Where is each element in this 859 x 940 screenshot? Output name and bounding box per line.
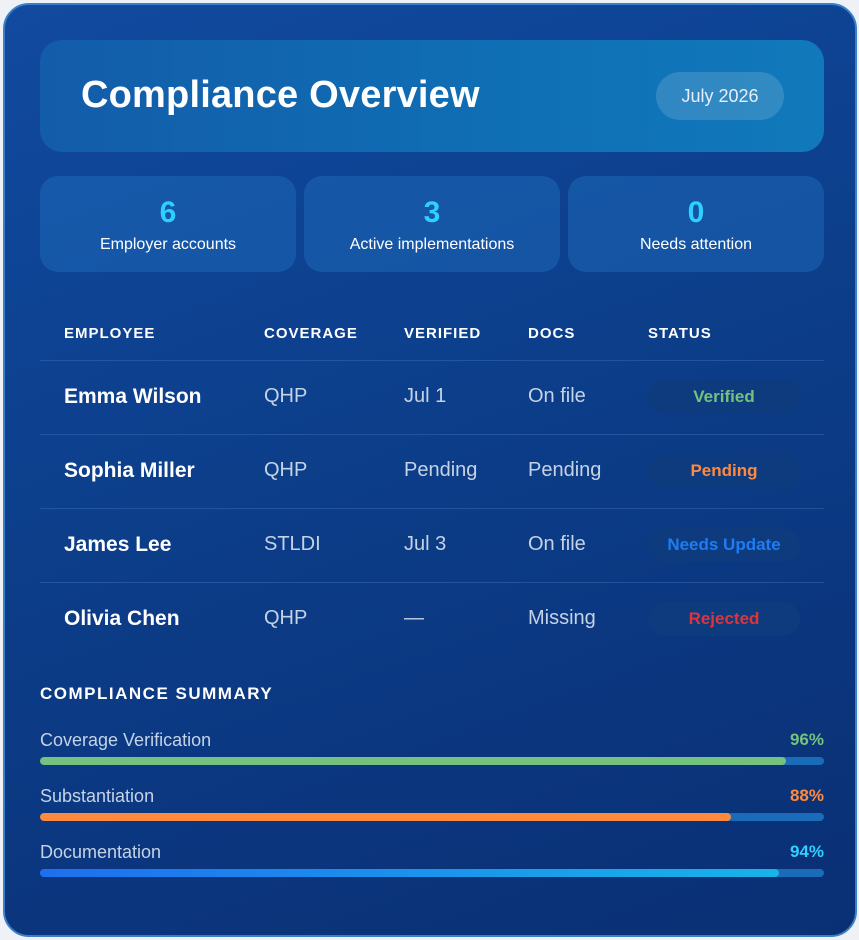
progress-fill (40, 813, 732, 821)
table-row[interactable]: Emma Wilson QHP Jul 1 On file Verified (40, 361, 824, 435)
status-badge[interactable]: Rejected (648, 602, 800, 636)
compliance-card: Compliance Overview July 2026 6 Employer… (3, 3, 857, 937)
metric-label: Coverage Verification (40, 730, 212, 750)
employee-name: James Lee (64, 533, 172, 556)
metric-value: 94% (789, 842, 824, 861)
metric-value: 88% (789, 786, 824, 805)
table-row[interactable]: James Lee STLDI Jul 3 On file Needs Upda… (40, 509, 824, 583)
verified-cell: — (404, 607, 424, 629)
column-header-status[interactable]: STATUS (648, 325, 712, 342)
metric-value: 96% (789, 730, 824, 749)
table-row[interactable]: Sophia Miller QHP Pending Pending Pendin… (40, 435, 824, 509)
table-header: EMPLOYEE COVERAGE VERIFIED DOCS STATUS (40, 305, 824, 361)
metric-label: Substantiation (40, 786, 155, 806)
coverage-cell: STLDI (264, 533, 321, 555)
metric-coverage-verification: Coverage Verification 96% (40, 730, 824, 780)
stat-label: Employer accounts (99, 236, 237, 253)
column-header-docs[interactable]: DOCS (528, 325, 575, 342)
stat-value: 0 (687, 196, 705, 229)
date-pill[interactable]: July 2026 (656, 72, 784, 120)
status-badge[interactable]: Verified (648, 380, 800, 414)
column-header-verified[interactable]: VERIFIED (404, 325, 481, 342)
metric-label: Documentation (40, 842, 162, 862)
docs-cell: On file (528, 533, 586, 555)
progress-track (40, 869, 824, 877)
progress-track (40, 813, 824, 821)
docs-cell: Missing (528, 607, 596, 629)
progress-fill (40, 757, 786, 765)
column-header-coverage[interactable]: COVERAGE (264, 325, 358, 342)
metric-documentation: Documentation 94% (40, 842, 824, 892)
employee-name: Emma Wilson (64, 385, 202, 408)
status-badge[interactable]: Pending (648, 454, 800, 488)
header-banner: Compliance Overview July 2026 (40, 40, 824, 152)
stat-value: 6 (159, 196, 177, 229)
stat-label: Needs attention (639, 236, 753, 253)
verified-cell: Jul 3 (404, 533, 447, 555)
coverage-cell: QHP (264, 459, 308, 481)
metric-substantiation: Substantiation 88% (40, 786, 824, 836)
table-row[interactable]: Olivia Chen QHP — Missing Rejected (40, 583, 824, 657)
stat-employer-accounts[interactable]: 6 Employer accounts (40, 176, 296, 272)
progress-track (40, 757, 824, 765)
column-header-employee[interactable]: EMPLOYEE (64, 325, 155, 342)
employee-table: EMPLOYEE COVERAGE VERIFIED DOCS STATUS E… (40, 305, 824, 657)
verified-cell: Pending (404, 459, 478, 481)
coverage-cell: QHP (264, 385, 308, 407)
verified-cell: Jul 1 (404, 385, 447, 407)
docs-cell: Pending (528, 459, 602, 481)
stat-needs-attention[interactable]: 0 Needs attention (568, 176, 824, 272)
docs-cell: On file (528, 385, 586, 407)
status-badge[interactable]: Needs Update (648, 528, 800, 562)
stat-value: 3 (423, 196, 441, 229)
stat-label: Active implementations (349, 236, 515, 253)
stat-active-implementations[interactable]: 3 Active implementations (304, 176, 560, 272)
progress-fill (40, 869, 779, 877)
employee-name: Sophia Miller (64, 459, 195, 482)
stats-row: 6 Employer accounts 3 Active implementat… (40, 176, 824, 272)
employee-name: Olivia Chen (64, 607, 180, 630)
page-title: Compliance Overview (81, 74, 480, 116)
coverage-cell: QHP (264, 607, 308, 629)
summary-title: COMPLIANCE SUMMARY (40, 684, 274, 703)
